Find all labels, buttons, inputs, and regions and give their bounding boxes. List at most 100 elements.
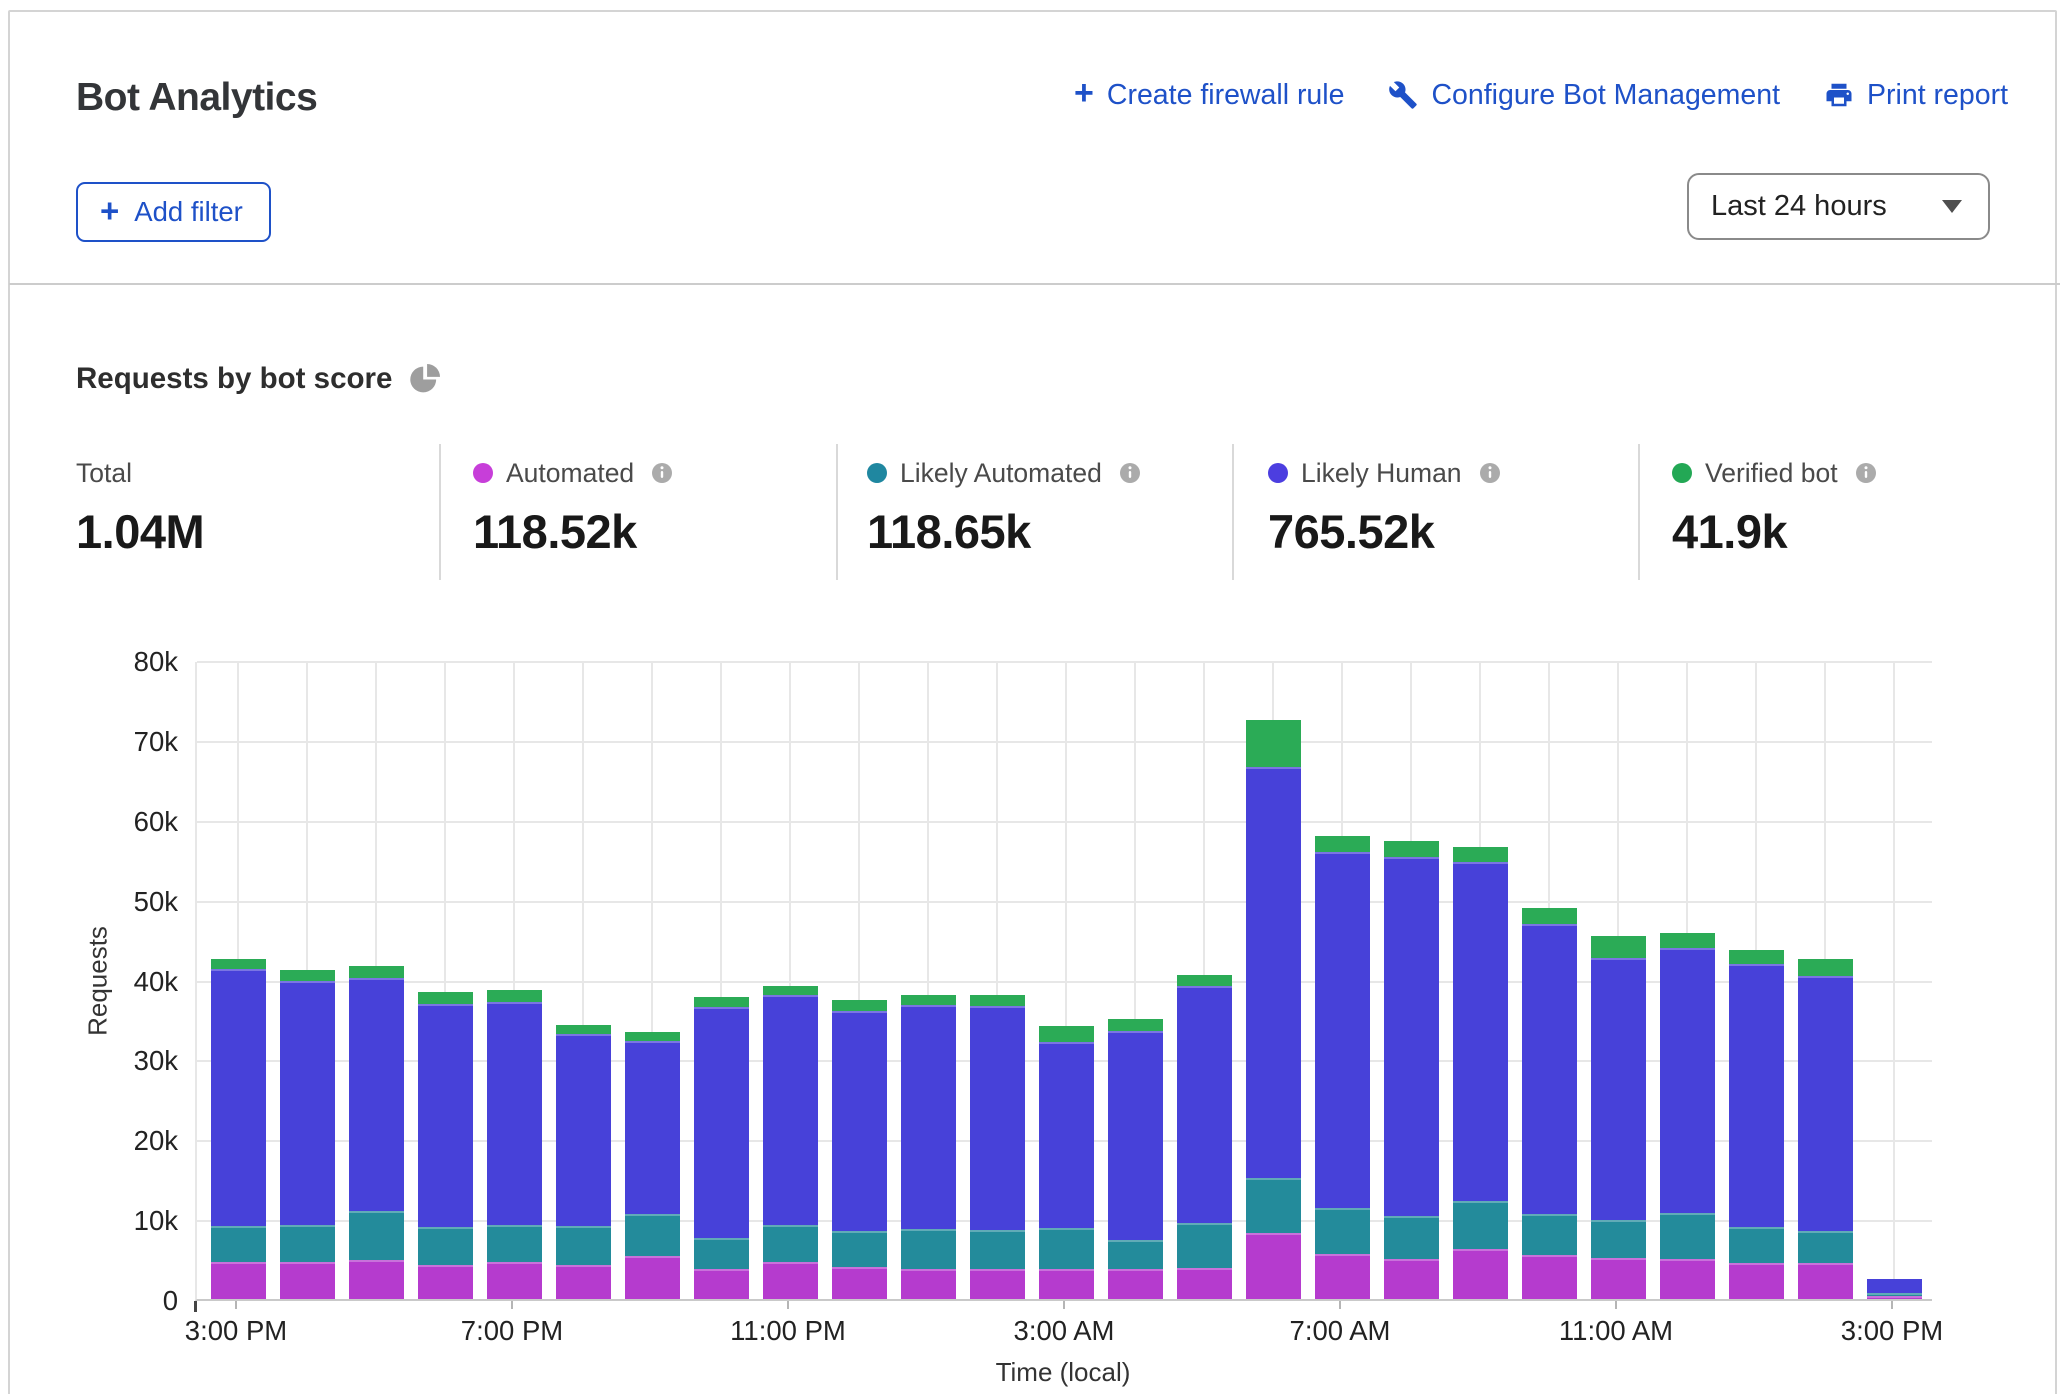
bar-400am-automated[interactable]	[1108, 1269, 1163, 1299]
bar-100pm-automated[interactable]	[1729, 1263, 1784, 1299]
bar-1000pm-likely_automated[interactable]	[694, 1238, 749, 1269]
bar-800am-likely_automated[interactable]	[1384, 1216, 1439, 1259]
bar-700pm-likely_human[interactable]	[487, 1002, 542, 1225]
bar-800am-likely_human[interactable]	[1384, 857, 1439, 1216]
bar-1100am-verified_bot[interactable]	[1591, 936, 1646, 958]
bar-400am-verified_bot[interactable]	[1108, 1019, 1163, 1031]
bar-500am-likely_human[interactable]	[1177, 986, 1232, 1223]
bar-600am-likely_automated[interactable]	[1246, 1178, 1301, 1233]
bar-400am-likely_human[interactable]	[1108, 1031, 1163, 1239]
bar-300pm-automated[interactable]	[1867, 1296, 1922, 1299]
bar-1000am-verified_bot[interactable]	[1522, 908, 1577, 924]
bar-500pm-likely_automated[interactable]	[349, 1211, 404, 1260]
bar-800am-automated[interactable]	[1384, 1259, 1439, 1299]
bar-600pm-verified_bot[interactable]	[418, 992, 473, 1004]
bar-500am-likely_automated[interactable]	[1177, 1223, 1232, 1268]
bar-300pm-likely_human[interactable]	[211, 969, 266, 1225]
bar-700am-automated[interactable]	[1315, 1254, 1370, 1299]
bar-1000am-likely_automated[interactable]	[1522, 1214, 1577, 1256]
bar-600am-likely_human[interactable]	[1246, 767, 1301, 1178]
info-icon[interactable]	[1118, 461, 1142, 485]
bar-1200am-automated[interactable]	[832, 1267, 887, 1299]
bar-900pm-likely_automated[interactable]	[625, 1214, 680, 1256]
bar-200pm-likely_automated[interactable]	[1798, 1231, 1853, 1263]
bar-500am-automated[interactable]	[1177, 1268, 1232, 1299]
bar-800am-verified_bot[interactable]	[1384, 841, 1439, 857]
bar-300pm-automated[interactable]	[211, 1262, 266, 1299]
bar-500am-verified_bot[interactable]	[1177, 975, 1232, 986]
bar-900am-verified_bot[interactable]	[1453, 847, 1508, 862]
bar-300pm-likely_automated[interactable]	[211, 1226, 266, 1263]
bar-500pm-automated[interactable]	[349, 1260, 404, 1299]
bar-900pm-likely_human[interactable]	[625, 1041, 680, 1214]
bar-800pm-automated[interactable]	[556, 1265, 611, 1299]
bar-1100am-automated[interactable]	[1591, 1258, 1646, 1299]
bar-1200pm-automated[interactable]	[1660, 1259, 1715, 1299]
bar-400am-likely_automated[interactable]	[1108, 1240, 1163, 1269]
bar-1100am-likely_automated[interactable]	[1591, 1220, 1646, 1258]
bar-1000am-automated[interactable]	[1522, 1255, 1577, 1299]
bar-100am-automated[interactable]	[901, 1269, 956, 1299]
print-report-link[interactable]: Print report	[1824, 79, 2008, 112]
bar-700pm-likely_automated[interactable]	[487, 1225, 542, 1263]
bar-300pm-likely_automated[interactable]	[1867, 1293, 1922, 1296]
bar-1100pm-likely_human[interactable]	[763, 995, 818, 1224]
bar-400pm-verified_bot[interactable]	[280, 970, 335, 981]
info-icon[interactable]	[650, 461, 674, 485]
bar-1100pm-verified_bot[interactable]	[763, 986, 818, 996]
bar-700am-likely_automated[interactable]	[1315, 1208, 1370, 1254]
bar-900pm-automated[interactable]	[625, 1256, 680, 1299]
bar-1100pm-automated[interactable]	[763, 1262, 818, 1299]
bar-1000pm-likely_human[interactable]	[694, 1007, 749, 1238]
bar-100am-verified_bot[interactable]	[901, 995, 956, 1005]
bar-200pm-verified_bot[interactable]	[1798, 959, 1853, 976]
bar-200am-automated[interactable]	[970, 1269, 1025, 1299]
bar-1000am-likely_human[interactable]	[1522, 924, 1577, 1213]
bar-1100pm-likely_automated[interactable]	[763, 1225, 818, 1263]
bar-1200am-likely_human[interactable]	[832, 1011, 887, 1231]
bar-900am-automated[interactable]	[1453, 1249, 1508, 1299]
bar-700am-likely_human[interactable]	[1315, 852, 1370, 1208]
bar-300am-verified_bot[interactable]	[1039, 1026, 1094, 1042]
bar-600pm-likely_automated[interactable]	[418, 1227, 473, 1265]
bar-700pm-verified_bot[interactable]	[487, 990, 542, 1002]
bar-1200pm-verified_bot[interactable]	[1660, 933, 1715, 947]
bar-100pm-likely_automated[interactable]	[1729, 1227, 1784, 1263]
time-range-dropdown[interactable]: Last 24 hours	[1687, 173, 1990, 240]
bar-300am-likely_automated[interactable]	[1039, 1228, 1094, 1269]
configure-bot-management-link[interactable]: Configure Bot Management	[1388, 79, 1780, 112]
bar-1100am-likely_human[interactable]	[1591, 958, 1646, 1220]
bar-1200am-likely_automated[interactable]	[832, 1231, 887, 1267]
bar-1200am-verified_bot[interactable]	[832, 1000, 887, 1010]
bar-900pm-verified_bot[interactable]	[625, 1032, 680, 1041]
bar-600pm-likely_human[interactable]	[418, 1004, 473, 1227]
bar-1200pm-likely_automated[interactable]	[1660, 1213, 1715, 1259]
bar-100pm-likely_human[interactable]	[1729, 964, 1784, 1227]
bar-200pm-automated[interactable]	[1798, 1263, 1853, 1299]
bar-900am-likely_automated[interactable]	[1453, 1201, 1508, 1249]
bar-400pm-likely_automated[interactable]	[280, 1225, 335, 1263]
bar-600am-verified_bot[interactable]	[1246, 720, 1301, 767]
bar-200am-likely_automated[interactable]	[970, 1230, 1025, 1269]
bar-200pm-likely_human[interactable]	[1798, 976, 1853, 1232]
bar-400pm-automated[interactable]	[280, 1262, 335, 1299]
bar-800pm-likely_automated[interactable]	[556, 1226, 611, 1265]
info-icon[interactable]	[1478, 461, 1502, 485]
bar-600am-automated[interactable]	[1246, 1233, 1301, 1299]
bar-1200pm-likely_human[interactable]	[1660, 948, 1715, 1213]
add-filter-button[interactable]: + Add filter	[76, 182, 271, 242]
bar-700am-verified_bot[interactable]	[1315, 836, 1370, 852]
bar-900am-likely_human[interactable]	[1453, 862, 1508, 1201]
bar-1000pm-automated[interactable]	[694, 1269, 749, 1299]
bar-100am-likely_human[interactable]	[901, 1005, 956, 1229]
bar-800pm-likely_human[interactable]	[556, 1034, 611, 1226]
bar-200am-verified_bot[interactable]	[970, 995, 1025, 1006]
bar-1000pm-verified_bot[interactable]	[694, 997, 749, 1007]
bar-300am-likely_human[interactable]	[1039, 1042, 1094, 1228]
create-firewall-rule-link[interactable]: +Create firewall rule	[1074, 78, 1344, 112]
bar-400pm-likely_human[interactable]	[280, 981, 335, 1225]
bar-300pm-likely_human[interactable]	[1867, 1279, 1922, 1293]
bar-300pm-verified_bot[interactable]	[211, 959, 266, 969]
bar-100am-likely_automated[interactable]	[901, 1229, 956, 1269]
bar-800pm-verified_bot[interactable]	[556, 1025, 611, 1034]
